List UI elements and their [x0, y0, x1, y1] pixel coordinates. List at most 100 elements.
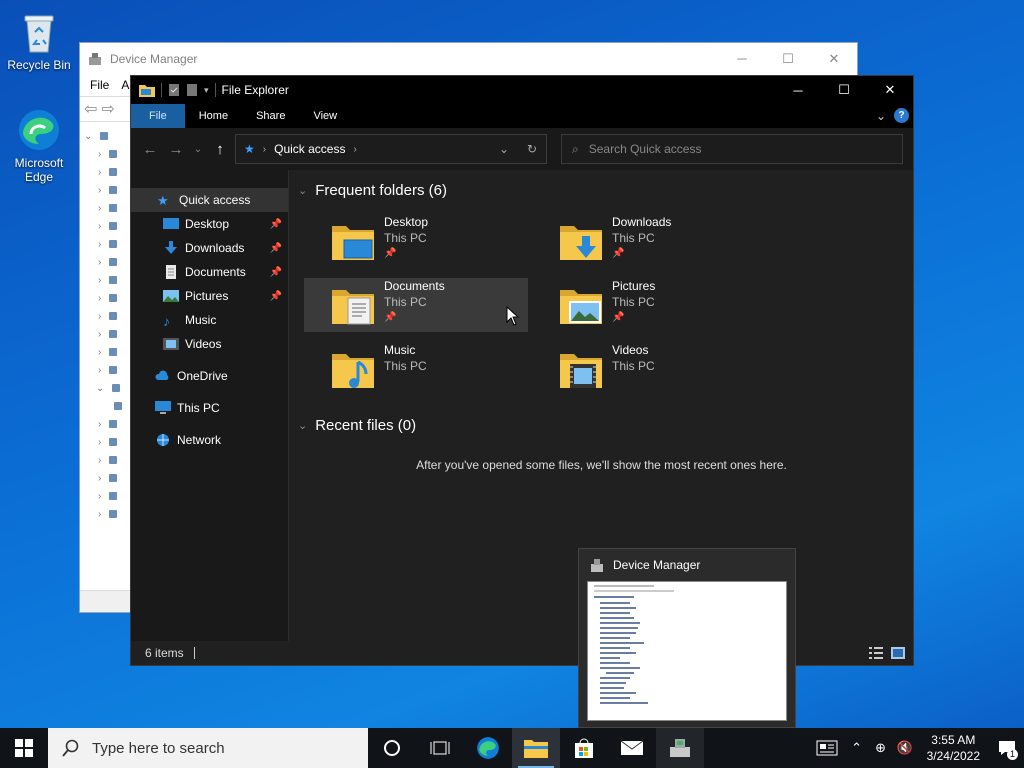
navigation-pane[interactable]: ★ Quick access Desktop 📌 Downloads 📌 Doc… [131, 170, 289, 643]
tab-home[interactable]: Home [185, 104, 242, 128]
nav-item-label: Music [185, 313, 217, 327]
frequent-folders-header[interactable]: ⌄ Frequent folders (6) [298, 182, 447, 199]
breadcrumb-quick-access[interactable]: Quick access [274, 142, 345, 156]
desktop-icon-edge[interactable]: Microsoft Edge [1, 106, 77, 184]
maximize-icon[interactable]: ☐ [765, 43, 811, 74]
forward-icon[interactable]: → [163, 141, 189, 158]
nav-item-music[interactable]: ♪ Music [131, 308, 288, 332]
folder-tile-documents[interactable]: Documents This PC 📌 [304, 278, 528, 332]
close-icon[interactable]: ✕ [867, 76, 913, 104]
new-folder-icon[interactable] [186, 83, 198, 97]
nav-item-this-pc[interactable]: This PC [131, 396, 288, 420]
nav-item-downloads[interactable]: Downloads 📌 [131, 236, 288, 260]
minimize-icon[interactable]: ─ [775, 76, 821, 104]
breadcrumb-separator-icon[interactable]: › [353, 144, 356, 155]
tree-row[interactable]: › [84, 181, 129, 199]
document-icon [166, 265, 176, 279]
show-hidden-icons-chevron-icon[interactable]: ⌃ [845, 728, 869, 768]
cortana-button[interactable] [368, 728, 416, 768]
tab-share[interactable]: Share [242, 104, 299, 128]
folder-tile-desktop[interactable]: Desktop This PC 📌 [304, 214, 528, 268]
up-icon[interactable]: ↑ [207, 141, 233, 158]
start-button[interactable] [0, 728, 48, 768]
nav-item-documents[interactable]: Documents 📌 [131, 260, 288, 284]
folder-tile-music[interactable]: Music This PC [304, 342, 528, 396]
details-view-icon[interactable] [869, 647, 883, 659]
tree-row[interactable]: › [84, 235, 129, 253]
tree-row[interactable]: › [84, 451, 129, 469]
tab-view[interactable]: View [299, 104, 351, 128]
device-manager-thumbnail-preview[interactable]: Device Manager [578, 548, 796, 728]
folder-tile-videos[interactable]: Videos This PC [532, 342, 756, 396]
nav-item-pictures[interactable]: Pictures 📌 [131, 284, 288, 308]
volume-muted-icon[interactable]: 🔇 [893, 728, 917, 768]
tree-row[interactable] [84, 397, 129, 415]
taskbar-device-manager-button[interactable] [656, 728, 704, 768]
news-widget-icon[interactable] [809, 728, 845, 768]
tree-row[interactable]: › [84, 505, 129, 523]
tree-row[interactable]: › [84, 289, 129, 307]
taskbar-search-box[interactable]: Type here to search [48, 728, 368, 768]
tree-row[interactable]: › [84, 145, 129, 163]
notification-center-icon[interactable]: 1 [990, 728, 1024, 768]
recent-files-header[interactable]: ⌄ Recent files (0) [298, 417, 416, 434]
minimize-icon[interactable]: ─ [719, 43, 765, 74]
collapse-chevron-icon[interactable]: ⌄ [298, 184, 307, 197]
taskbar-mail-button[interactable] [608, 728, 656, 768]
close-icon[interactable]: ✕ [811, 43, 857, 74]
task-view-button[interactable] [416, 728, 464, 768]
breadcrumb-separator-icon[interactable]: › [263, 144, 266, 155]
tree-row[interactable]: › [84, 361, 129, 379]
nav-item-onedrive[interactable]: OneDrive [131, 364, 288, 388]
tree-row[interactable]: › [84, 343, 129, 361]
pin-icon: 📌 [269, 218, 282, 230]
taskbar-store-button[interactable] [560, 728, 608, 768]
explorer-titlebar[interactable]: ▾ File Explorer ─ ☐ ✕ [131, 76, 913, 104]
search-box[interactable]: ⌕ Search Quick access [561, 134, 903, 164]
properties-icon[interactable] [168, 83, 180, 97]
address-bar[interactable]: ★ › Quick access › ⌄ ↻ [235, 134, 547, 164]
tree-row[interactable]: › [84, 325, 129, 343]
nav-item-videos[interactable]: Videos [131, 332, 288, 356]
tree-row[interactable]: › [84, 307, 129, 325]
maximize-icon[interactable]: ☐ [821, 76, 867, 104]
tree-row[interactable]: › [84, 199, 129, 217]
folder-tile-downloads[interactable]: Downloads This PC 📌 [532, 214, 756, 268]
nav-item-desktop[interactable]: Desktop 📌 [131, 212, 288, 236]
tree-row[interactable]: ⌄ [84, 379, 129, 397]
recent-locations-icon[interactable]: ⌄ [189, 144, 207, 155]
tree-row[interactable]: › [84, 469, 129, 487]
large-icons-view-icon[interactable] [891, 647, 905, 659]
nav-item-network[interactable]: Network [131, 428, 288, 452]
taskbar-edge-button[interactable] [464, 728, 512, 768]
network-globe-icon[interactable]: ⊕ [869, 728, 893, 768]
nav-item-quick-access[interactable]: ★ Quick access [131, 188, 288, 212]
expand-ribbon-icon[interactable]: ⌄ [876, 109, 886, 123]
file-explorer-window[interactable]: ▾ File Explorer ─ ☐ ✕ File Home Share Vi… [130, 75, 914, 666]
device-tree[interactable]: ⌄ › › › › › › › › › › › › › ⌄ › › › › › … [84, 127, 129, 523]
clock[interactable]: 3:55 AM 3/24/2022 [917, 732, 990, 764]
back-arrow-icon[interactable]: ⇦ [84, 99, 97, 119]
menu-file[interactable]: File [90, 78, 109, 92]
tree-row[interactable]: › [84, 217, 129, 235]
collapse-chevron-icon[interactable]: ⌄ [298, 419, 307, 432]
thumbnail-image[interactable] [587, 581, 787, 721]
tree-row[interactable]: ⌄ [84, 127, 129, 145]
refresh-icon[interactable]: ↻ [518, 142, 546, 156]
tree-row[interactable]: › [84, 253, 129, 271]
tab-file[interactable]: File [131, 104, 185, 128]
qat-dropdown-icon[interactable]: ▾ [204, 85, 209, 96]
help-icon[interactable]: ? [894, 108, 909, 123]
tree-row[interactable]: › [84, 271, 129, 289]
tree-row[interactable]: › [84, 433, 129, 451]
tree-row[interactable]: › [84, 487, 129, 505]
back-icon[interactable]: ← [137, 141, 163, 158]
folder-tile-pictures[interactable]: Pictures This PC 📌 [532, 278, 756, 332]
tree-row[interactable]: › [84, 415, 129, 433]
menu-action[interactable]: A [121, 78, 129, 92]
desktop-icon-recycle-bin[interactable]: Recycle Bin [1, 8, 77, 72]
tree-row[interactable]: › [84, 163, 129, 181]
address-dropdown-icon[interactable]: ⌄ [490, 142, 518, 156]
forward-arrow-icon[interactable]: ⇨ [101, 99, 114, 119]
taskbar-file-explorer-button[interactable] [512, 728, 560, 768]
